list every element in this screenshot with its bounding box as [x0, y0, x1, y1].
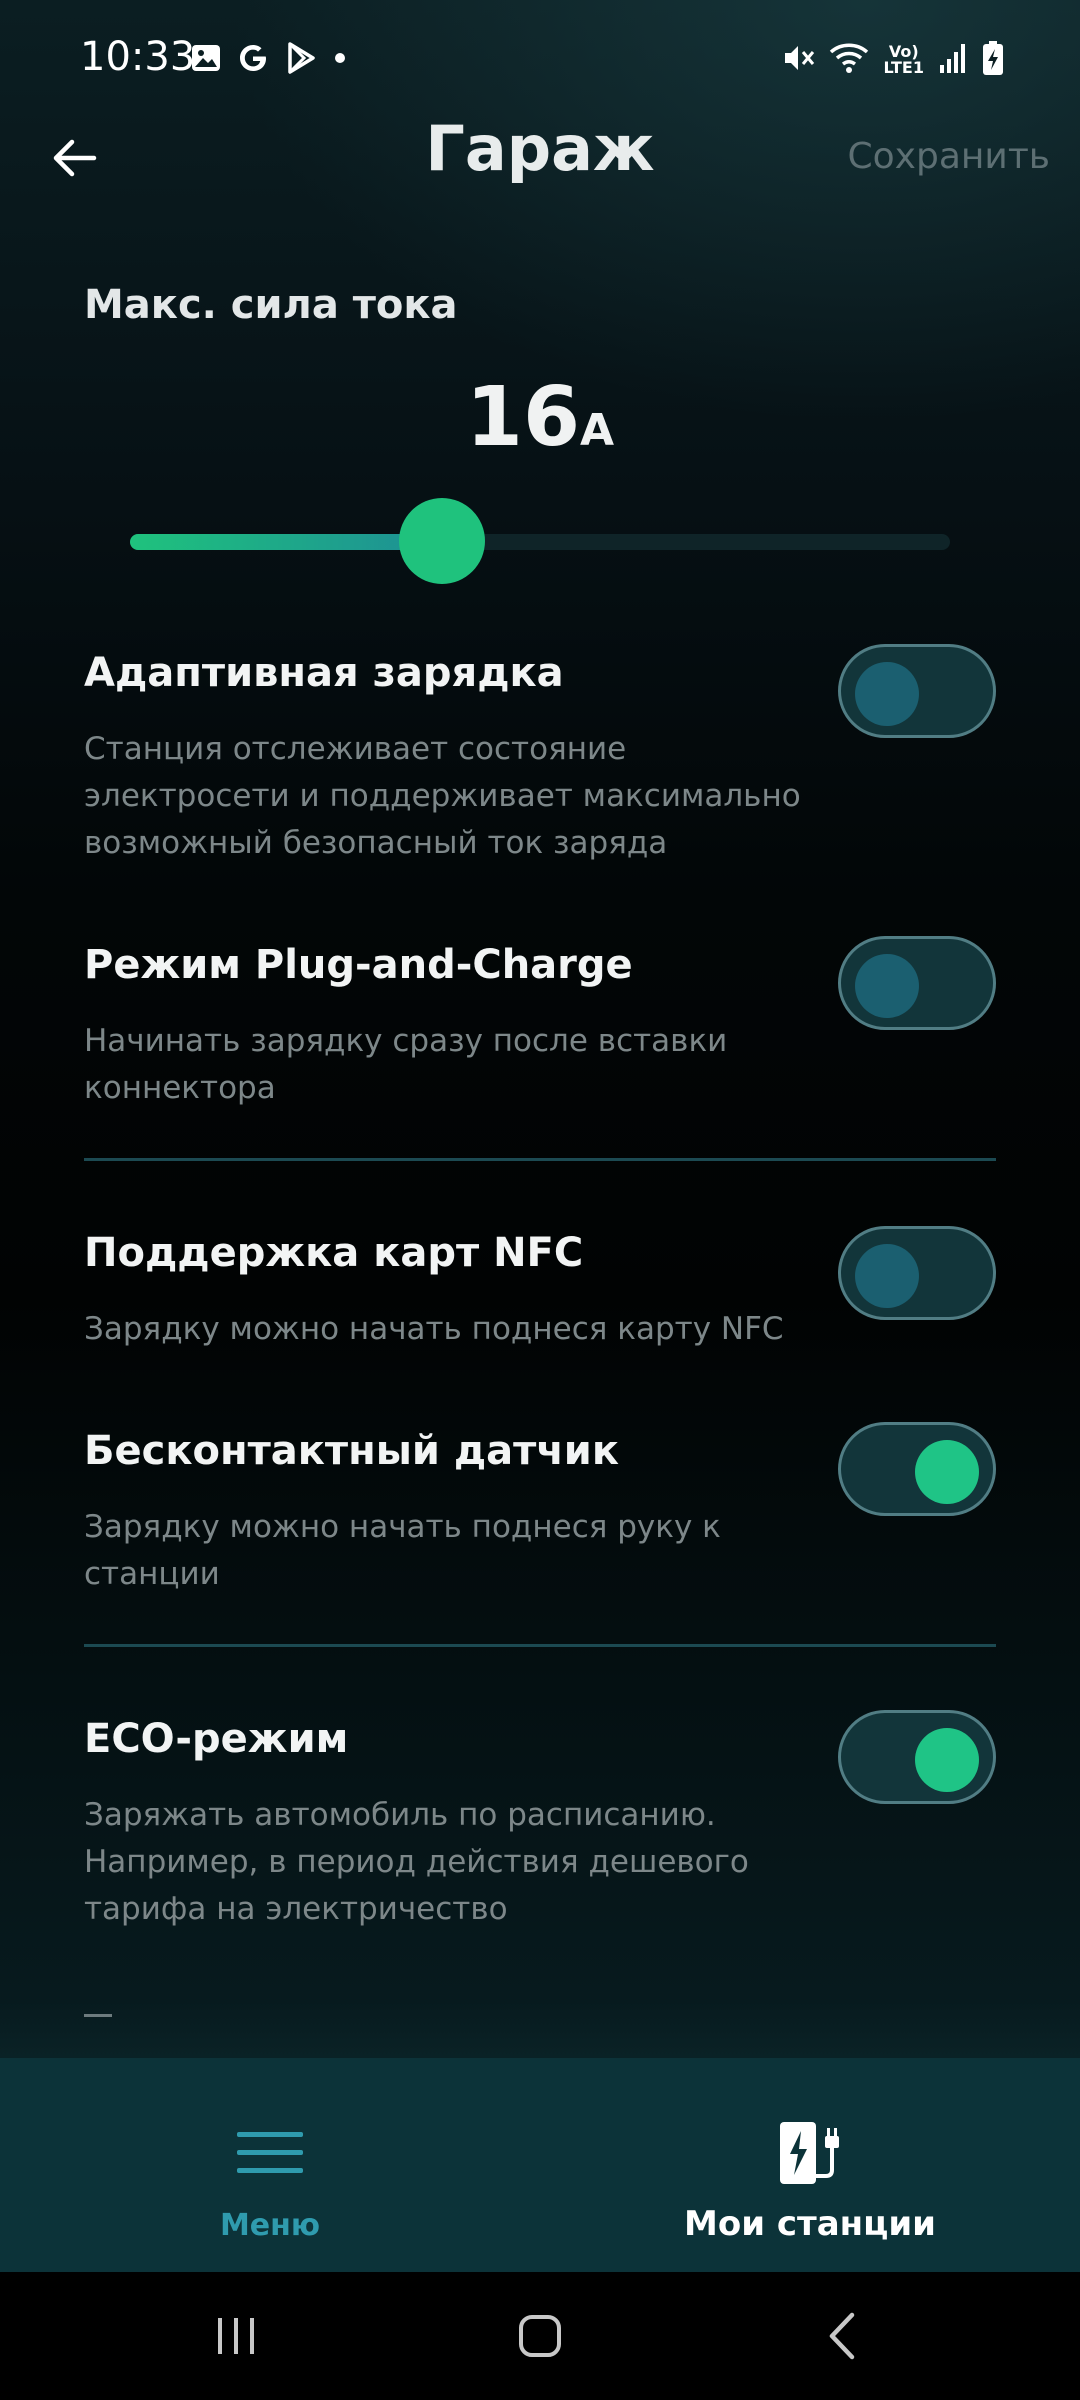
current-value-display: 16A	[0, 370, 1080, 465]
lte-label: LTE1	[883, 58, 924, 77]
battery-charging-icon	[982, 40, 1004, 80]
chevron-left-icon	[829, 2312, 855, 2360]
slider-fill	[130, 534, 442, 550]
notification-icons	[190, 40, 348, 80]
plug-and-charge-toggle[interactable]	[838, 936, 996, 1030]
wifi-icon	[829, 41, 869, 79]
setting-plug-and-charge: Режим Plug-and-Charge Начинать зарядку с…	[84, 936, 996, 1112]
toggle-knob	[855, 662, 919, 726]
setting-nfc-cards: Поддержка карт NFC Зарядку можно начать …	[84, 1226, 996, 1353]
setting-description: Заряжать автомобиль по расписанию. Напри…	[84, 1797, 749, 1927]
toggle-knob	[915, 1440, 979, 1504]
system-status-icons: Vo) LTE1	[781, 38, 1004, 82]
system-back-button[interactable]	[802, 2306, 882, 2366]
signal-icon	[938, 41, 968, 79]
eco-mode-toggle[interactable]	[838, 1710, 996, 1804]
slider-thumb[interactable]	[398, 498, 485, 584]
recent-apps-icon	[218, 2318, 254, 2354]
current-slider[interactable]	[130, 490, 950, 590]
setting-contactless-sensor: Бесконтактный датчик Зарядку можно начат…	[84, 1422, 996, 1598]
list-continuation-dash	[84, 2014, 112, 2017]
toggle-knob	[915, 1728, 979, 1792]
google-icon	[236, 41, 270, 79]
setting-eco-mode: ECO-режим Заряжать автомобиль по расписа…	[84, 1710, 996, 1933]
bottom-navigation: Меню Мои станции	[0, 2058, 1080, 2272]
nav-my-stations[interactable]: Мои станции	[540, 2058, 1080, 2272]
dot-icon	[332, 50, 348, 70]
image-icon	[190, 42, 222, 78]
setting-description: Станция отслеживает состояние электросет…	[84, 731, 801, 861]
max-current-label: Макс. сила тока	[84, 282, 458, 328]
home-icon	[519, 2315, 561, 2357]
home-button[interactable]	[500, 2306, 580, 2366]
system-navigation-bar	[0, 2272, 1080, 2400]
recent-apps-button[interactable]	[196, 2306, 276, 2366]
contactless-sensor-toggle[interactable]	[838, 1422, 996, 1516]
section-divider	[84, 1644, 996, 1647]
setting-description: Зарядку можно начать поднеся руку к стан…	[84, 1509, 721, 1592]
section-divider	[84, 1158, 996, 1161]
toggle-knob	[855, 954, 919, 1018]
setting-description: Зарядку можно начать поднеся карту NFC	[84, 1311, 784, 1347]
charging-station-icon	[540, 2108, 1080, 2198]
nfc-cards-toggle[interactable]	[838, 1226, 996, 1320]
nav-menu[interactable]: Меню	[0, 2058, 540, 2272]
current-unit: A	[580, 405, 615, 456]
play-store-icon	[284, 41, 318, 79]
status-bar: 10:33 Vo) LTE1	[0, 0, 1080, 120]
adaptive-charging-toggle[interactable]	[838, 644, 996, 738]
current-value: 16	[465, 370, 581, 465]
setting-description: Начинать зарядку сразу после вставки кон…	[84, 1023, 728, 1106]
save-button[interactable]: Сохранить	[848, 136, 1051, 177]
setting-adaptive-charging: Адаптивная зарядка Станция отслеживает с…	[84, 644, 996, 867]
status-time: 10:33	[80, 34, 196, 80]
nav-menu-label: Меню	[219, 2208, 321, 2243]
hamburger-menu-icon	[0, 2108, 540, 2198]
volte-lte-icon: Vo) LTE1	[883, 44, 924, 76]
nav-my-stations-label: Мои станции	[684, 2204, 936, 2244]
toggle-knob	[855, 1244, 919, 1308]
mute-icon	[781, 41, 815, 79]
